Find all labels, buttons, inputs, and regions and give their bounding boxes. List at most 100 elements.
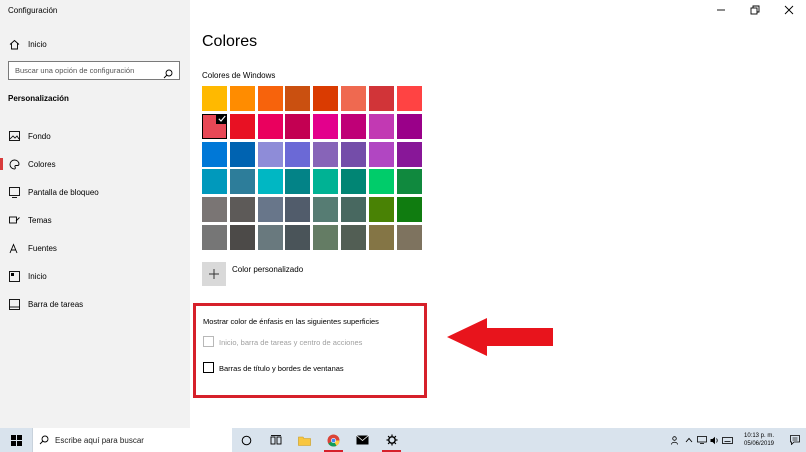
network-icon: [696, 436, 707, 444]
color-swatch[interactable]: [285, 169, 311, 195]
system-clock[interactable]: 10:13 p. m. 05/06/2019: [734, 432, 784, 448]
titlebars-checkbox[interactable]: [203, 362, 214, 373]
color-swatch[interactable]: [313, 86, 339, 111]
taskbar-icon: [8, 298, 20, 310]
taskbar-search-input[interactable]: [55, 435, 205, 445]
cortana-button[interactable]: [232, 428, 261, 452]
color-swatch[interactable]: [229, 224, 255, 250]
settings-search-input[interactable]: [15, 66, 163, 75]
file-explorer-button[interactable]: [290, 428, 319, 452]
start-button[interactable]: [0, 428, 32, 452]
close-button[interactable]: [772, 0, 806, 20]
clock-date: 05/06/2019: [743, 441, 775, 447]
app-title: Configuración: [8, 6, 58, 15]
color-swatch[interactable]: [257, 141, 283, 167]
page-title: Colores: [202, 33, 258, 50]
color-swatch[interactable]: [257, 113, 283, 139]
color-swatch[interactable]: [313, 141, 339, 167]
sidebar-item-fondo[interactable]: Fondo: [0, 122, 190, 150]
speaker-icon: [710, 436, 718, 444]
sidebar-item-pantalla-de-bloqueo[interactable]: Pantalla de bloqueo: [0, 178, 190, 206]
folder-icon: [298, 436, 311, 446]
color-swatch[interactable]: [202, 197, 227, 223]
taskbar-search-box[interactable]: [32, 428, 232, 452]
color-swatch[interactable]: [368, 197, 394, 223]
gear-icon: [386, 434, 397, 446]
color-swatch[interactable]: [229, 113, 255, 139]
chrome-button[interactable]: [319, 428, 348, 452]
color-swatch[interactable]: [396, 197, 422, 223]
color-swatch[interactable]: [396, 224, 422, 250]
color-swatch[interactable]: [340, 197, 366, 223]
color-swatch[interactable]: [202, 86, 227, 111]
color-swatch[interactable]: [202, 169, 227, 195]
network-button[interactable]: [695, 428, 708, 452]
start-taskbar-checkbox[interactable]: [203, 336, 214, 347]
settings-search-box[interactable]: [8, 61, 180, 80]
close-icon: [784, 5, 794, 15]
color-swatch[interactable]: [396, 113, 422, 139]
color-swatch[interactable]: [340, 224, 366, 250]
color-swatch[interactable]: [396, 86, 422, 111]
sidebar-item-colores[interactable]: Colores: [0, 150, 190, 178]
color-swatch[interactable]: [313, 224, 339, 250]
color-swatch[interactable]: [340, 113, 366, 139]
color-swatch[interactable]: [368, 86, 394, 111]
color-swatch[interactable]: [285, 113, 311, 139]
keyboard-button[interactable]: [721, 428, 734, 452]
sidebar-item-temas[interactable]: Temas: [0, 206, 190, 234]
color-swatch[interactable]: [202, 224, 227, 250]
color-swatch[interactable]: [340, 86, 366, 111]
color-swatch[interactable]: [229, 197, 255, 223]
sidebar: Configuración Inicio Personalización Fon…: [0, 0, 190, 428]
sidebar-item-label: Fondo: [28, 131, 51, 141]
color-swatch[interactable]: [229, 141, 255, 167]
sidebar-item-label: Barra de tareas: [28, 299, 84, 309]
sidebar-item-inicio[interactable]: Inicio: [0, 262, 190, 290]
color-swatch[interactable]: [313, 197, 339, 223]
color-swatch-grid: [202, 86, 422, 250]
color-swatch[interactable]: [340, 141, 366, 167]
action-center-button[interactable]: [784, 428, 806, 452]
color-swatch[interactable]: [229, 169, 255, 195]
annotation-arrow-icon: [447, 318, 553, 356]
color-swatch[interactable]: [285, 141, 311, 167]
color-swatch[interactable]: [202, 113, 227, 139]
people-button[interactable]: [669, 428, 682, 452]
color-swatch[interactable]: [340, 169, 366, 195]
color-swatch[interactable]: [285, 224, 311, 250]
mail-button[interactable]: [348, 428, 377, 452]
color-swatch[interactable]: [368, 141, 394, 167]
task-view-button[interactable]: [261, 428, 290, 452]
maximize-button[interactable]: [738, 0, 772, 20]
system-tray: 10:13 p. m. 05/06/2019: [669, 428, 806, 452]
color-swatch[interactable]: [285, 86, 311, 111]
color-swatch[interactable]: [396, 169, 422, 195]
volume-button[interactable]: [708, 428, 721, 452]
color-swatch[interactable]: [368, 169, 394, 195]
color-swatch[interactable]: [229, 86, 255, 111]
color-swatch[interactable]: [313, 169, 339, 195]
sidebar-item-label: Fuentes: [28, 243, 57, 253]
show-hidden-icons-button[interactable]: [682, 428, 695, 452]
color-swatch[interactable]: [257, 197, 283, 223]
sidebar-item-fuentes[interactable]: Fuentes: [0, 234, 190, 262]
color-swatch[interactable]: [257, 86, 283, 111]
minimize-button[interactable]: [704, 0, 738, 20]
settings-taskbar-button[interactable]: [377, 428, 406, 452]
color-swatch[interactable]: [368, 224, 394, 250]
color-swatch[interactable]: [285, 197, 311, 223]
color-swatch[interactable]: [202, 141, 227, 167]
custom-color-label[interactable]: Color personalizado: [232, 265, 303, 274]
search-icon[interactable]: [163, 66, 173, 78]
color-swatch[interactable]: [396, 141, 422, 167]
home-nav-item[interactable]: Inicio: [8, 37, 47, 51]
color-swatch[interactable]: [368, 113, 394, 139]
palette-icon: [8, 158, 20, 170]
custom-color-button[interactable]: [202, 262, 226, 286]
sidebar-item-barra-de-tareas[interactable]: Barra de tareas: [0, 290, 190, 318]
color-swatch[interactable]: [257, 224, 283, 250]
color-swatch[interactable]: [257, 169, 283, 195]
windows-colors-label: Colores de Windows: [202, 71, 276, 80]
color-swatch[interactable]: [313, 113, 339, 139]
